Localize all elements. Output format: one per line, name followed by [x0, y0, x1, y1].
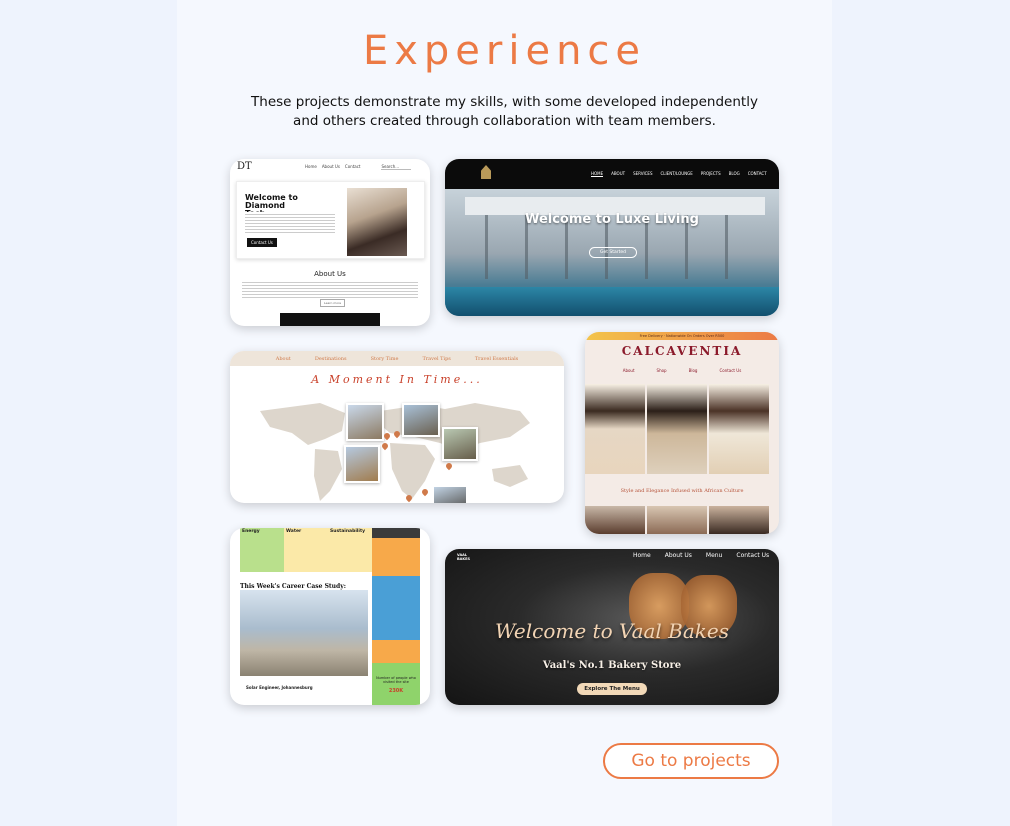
water-column: Water	[284, 528, 328, 572]
video-thumbnail	[280, 313, 380, 326]
photo-thumbnail	[442, 427, 478, 461]
delivery-banner: Free Delivery · Nationwide On Orders Ove…	[585, 332, 779, 340]
get-started-button[interactable]: Get Started	[589, 247, 637, 258]
world-map	[260, 403, 530, 501]
case-study-photo	[240, 590, 368, 676]
nav-item[interactable]: About	[623, 368, 635, 373]
nav-item[interactable]: CONTACT	[748, 171, 767, 177]
pool	[445, 287, 779, 316]
luxe-living-nav: HOME ABOUT SERVICES CLIENT/LOUNGE PROJEC…	[591, 171, 767, 177]
diamond-tech-nav: Home About Us Contact Search...	[305, 164, 412, 170]
nav-item[interactable]: Contact Us	[719, 368, 741, 373]
calcaventia-brand: CALCAVENTIA	[621, 344, 743, 358]
vaal-bakes-nav: Home About Us Menu Contact Us	[633, 552, 769, 559]
nav-item[interactable]: HOME	[591, 171, 604, 177]
photo-thumbnail	[432, 485, 468, 503]
house-logo-icon	[481, 165, 491, 179]
explore-menu-button[interactable]: Explore The Menu	[577, 683, 647, 695]
sustainability-heading: Sustainability	[330, 529, 366, 534]
sustainability-column: Sustainability	[328, 528, 372, 572]
project-card-travel[interactable]: About Destinations Story Time Travel Tip…	[230, 351, 564, 503]
about-us-heading: About Us	[314, 270, 346, 278]
section-title: Experience	[362, 28, 647, 74]
vaal-bakes-hero-sub: Vaal's No.1 Bakery Store	[542, 660, 682, 671]
nav-item[interactable]: Shop	[657, 368, 667, 373]
project-card-calcaventia[interactable]: Free Delivery · Nationwide On Orders Ove…	[585, 332, 779, 534]
nav-item[interactable]: Blog	[689, 368, 698, 373]
photo-thumbnail	[344, 445, 380, 483]
product-photo	[585, 506, 645, 534]
photo-thumbnail	[402, 403, 440, 437]
diamond-tech-hero: Welcome to Diamond Tech Contact Us	[236, 181, 425, 259]
calcaventia-tagline: Style and Elegance Infused with African …	[620, 488, 744, 494]
product-photo	[709, 384, 769, 474]
nav-item[interactable]: About Us	[665, 552, 692, 559]
stat-value: 230K	[388, 688, 404, 694]
diamond-tech-logo: DT	[237, 161, 252, 172]
vaal-bakes-logo: VAAL BAKES	[457, 553, 471, 561]
nav-item[interactable]: PROJECTS	[701, 171, 721, 177]
learn-more-button[interactable]: Learn more	[320, 299, 346, 307]
nav-item[interactable]: Home	[633, 552, 651, 559]
case-study-name: Solar Engineer, Johannesburg	[246, 685, 313, 690]
water-heading: Water	[286, 529, 302, 534]
photo-thumbnail	[346, 403, 384, 441]
energy-column: Energy	[240, 528, 284, 572]
nav-item[interactable]: Home	[305, 164, 317, 170]
project-card-luxe-living[interactable]: HOME ABOUT SERVICES CLIENT/LOUNGE PROJEC…	[445, 159, 779, 316]
stat-label: Number of people who visited the site	[376, 676, 416, 684]
case-study-heading: This Week's Career Case Study:	[240, 583, 346, 590]
nav-item[interactable]: Contact	[345, 164, 361, 170]
go-to-projects-button[interactable]: Go to projects	[603, 743, 779, 779]
nav-item[interactable]: Menu	[706, 552, 722, 559]
nav-item[interactable]: ABOUT	[611, 171, 625, 177]
nav-item[interactable]: Contact Us	[736, 552, 769, 559]
calcaventia-nav: About Shop Blog Contact Us	[585, 368, 779, 373]
nav-item[interactable]: BLOG	[729, 171, 740, 177]
product-photo	[585, 384, 645, 474]
experience-section: Experience These projects demonstrate my…	[177, 0, 832, 826]
contact-us-button[interactable]: Contact Us	[247, 238, 277, 247]
project-card-diamond-tech[interactable]: DT Home About Us Contact Search... Welco…	[230, 159, 430, 326]
nav-item[interactable]: SERVICES	[633, 171, 652, 177]
luxe-living-hero-title: Welcome to Luxe Living	[525, 212, 699, 227]
product-photo	[709, 506, 769, 534]
section-subtitle: These projects demonstrate my skills, wi…	[251, 94, 758, 129]
energy-heading: Energy	[242, 529, 260, 534]
nav-item[interactable]: About Us	[322, 164, 340, 170]
product-photo	[647, 506, 707, 534]
nav-item[interactable]: CLIENT/LOUNGE	[660, 171, 692, 177]
vaal-bakes-hero-title: Welcome to Vaal Bakes	[494, 619, 730, 643]
hero-photo	[347, 188, 407, 256]
product-photo	[647, 384, 707, 474]
project-card-vaal-bakes[interactable]: VAAL BAKES Home About Us Menu Contact Us…	[445, 549, 779, 705]
project-card-career[interactable]: Energy Water Sustainability This Week's …	[230, 528, 430, 705]
search-input[interactable]: Search...	[381, 164, 412, 170]
